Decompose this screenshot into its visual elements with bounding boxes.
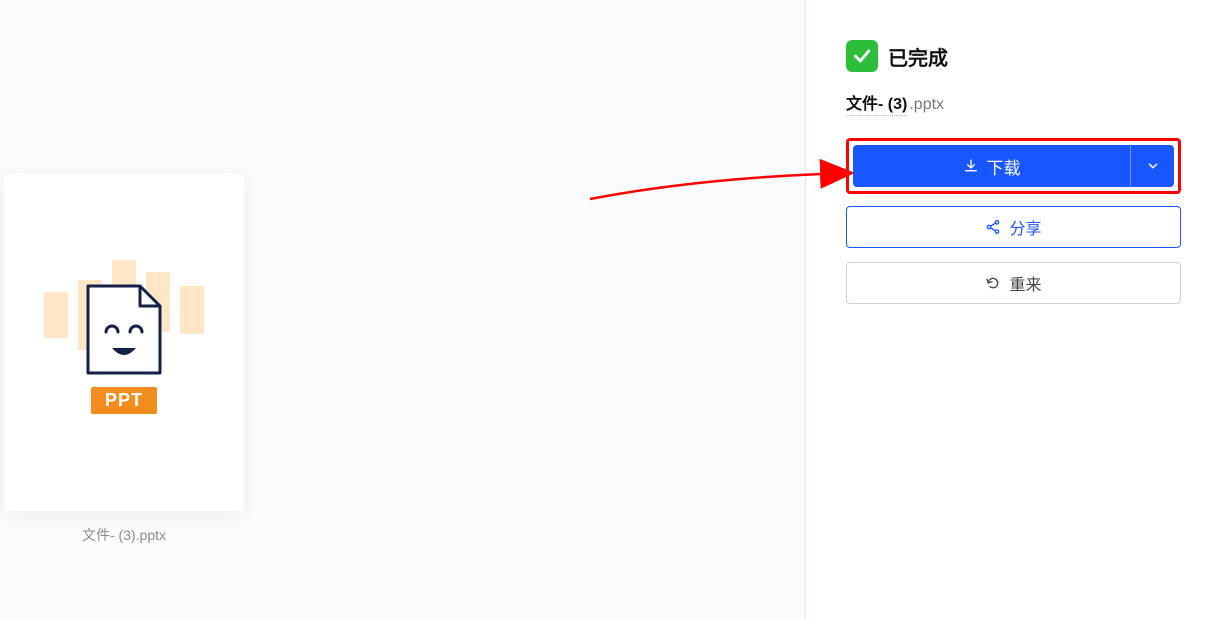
app-root: PPT 文件- (3).pptx 已完成 文件- (3).pptx [0,0,1221,619]
file-caption: 文件- (3).pptx [4,525,244,545]
download-button[interactable]: 下载 [853,145,1130,187]
share-label: 分享 [1009,215,1041,239]
status-text: 已完成 [888,42,948,71]
filename-base: 文件- (3) [846,96,907,116]
download-dropdown-button[interactable] [1130,145,1174,187]
retry-button[interactable]: 重来 [846,262,1181,304]
success-check-icon [846,40,878,72]
file-illustration: PPT [44,252,204,432]
preview-pane: PPT 文件- (3).pptx [0,0,805,619]
filename-ext: .pptx [909,96,944,113]
download-label: 下载 [987,154,1021,179]
side-panel: 已完成 文件- (3).pptx 下载 分享 [805,0,1221,619]
retry-label: 重来 [1009,271,1041,295]
filename-row[interactable]: 文件- (3).pptx [846,90,1181,114]
share-button[interactable]: 分享 [846,206,1181,248]
share-icon [985,219,1001,235]
file-card[interactable]: PPT [4,173,244,511]
download-highlight-frame: 下载 [846,138,1181,194]
status-row: 已完成 [846,40,1181,72]
download-icon [963,158,979,174]
document-smile-icon [84,282,164,377]
chevron-down-icon [1146,159,1160,173]
ppt-badge: PPT [91,387,157,414]
retry-icon [985,275,1001,291]
